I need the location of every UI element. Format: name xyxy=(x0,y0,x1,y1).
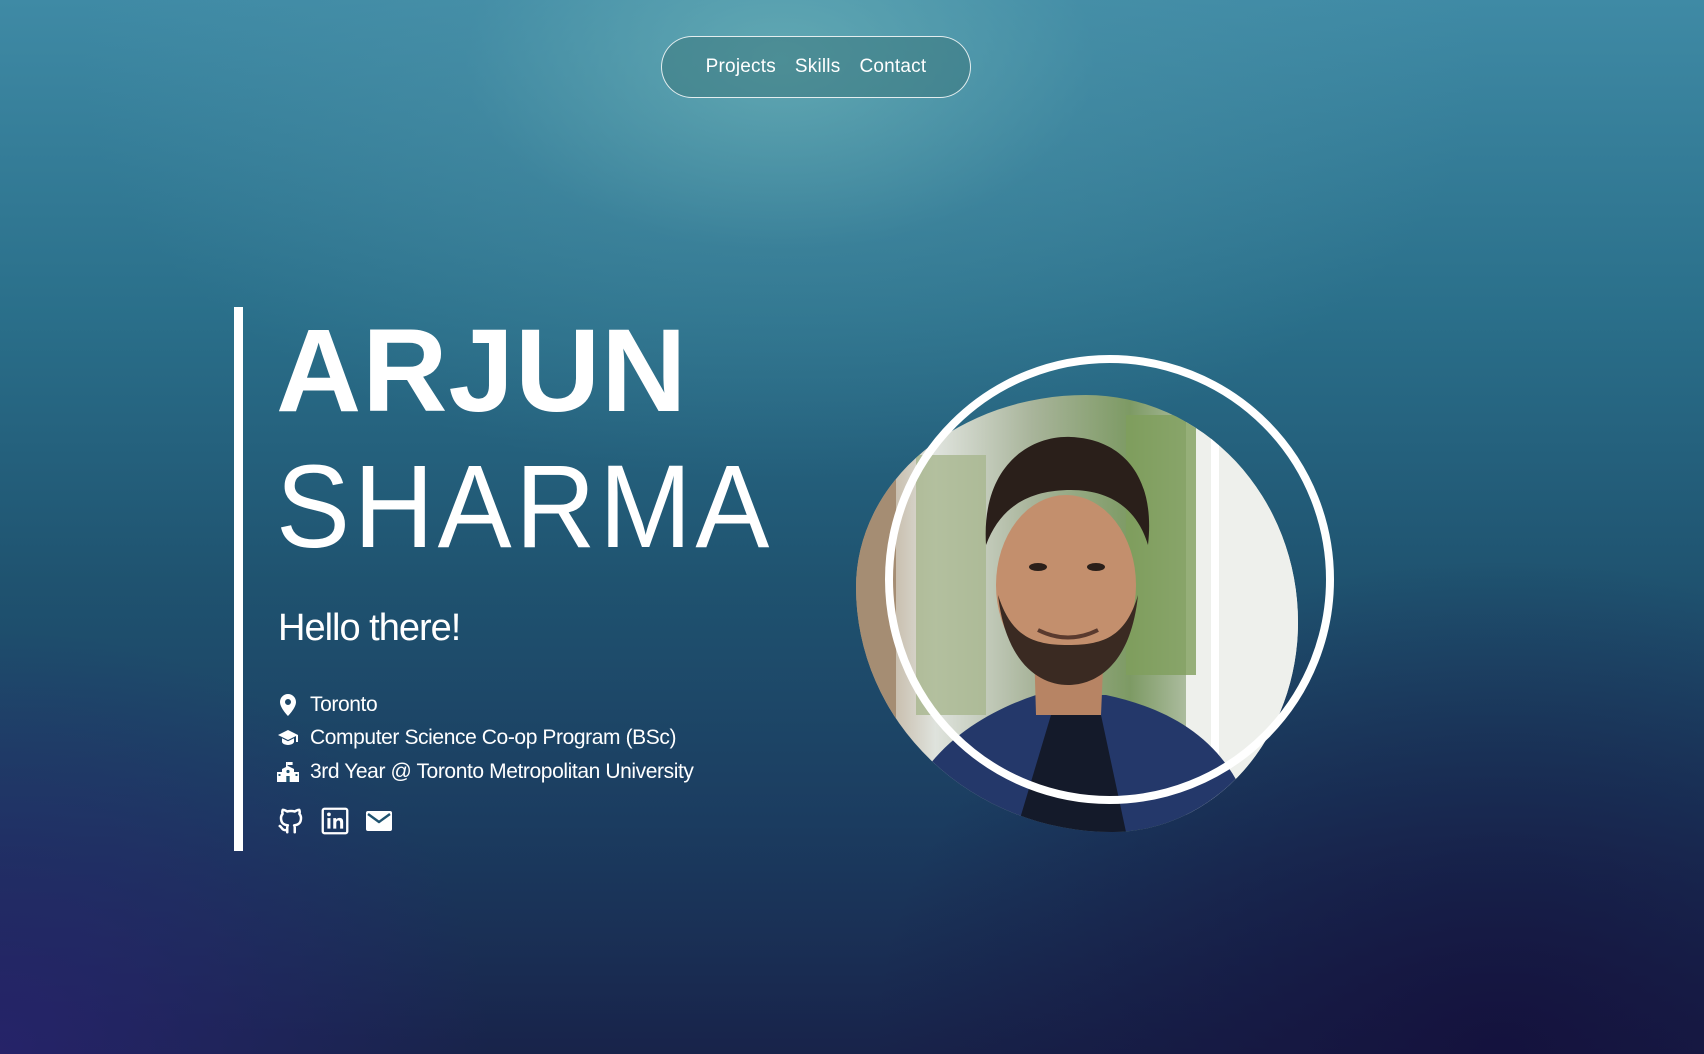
github-icon[interactable] xyxy=(276,806,306,836)
info-text-location: Toronto xyxy=(310,692,378,716)
first-name: ARJUN xyxy=(276,305,688,437)
graduation-cap-icon xyxy=(276,726,300,750)
info-item-location: Toronto xyxy=(276,688,694,722)
portrait xyxy=(852,355,1334,835)
info-list: Toronto Computer Science Co-op Program (… xyxy=(276,688,694,789)
linkedin-icon[interactable] xyxy=(320,806,350,836)
last-name: SHARMA xyxy=(276,441,774,573)
nav-link-skills[interactable]: Skills xyxy=(795,56,841,78)
info-item-university: 3rd Year @ Toronto Metropolitan Universi… xyxy=(276,755,694,789)
nav-link-contact[interactable]: Contact xyxy=(859,56,926,78)
greeting: Hello there! xyxy=(278,607,461,649)
social-links xyxy=(276,806,394,836)
school-building-icon xyxy=(276,760,300,784)
location-pin-icon xyxy=(276,693,300,717)
info-text-program: Computer Science Co-op Program (BSc) xyxy=(310,726,677,750)
info-text-university: 3rd Year @ Toronto Metropolitan Universi… xyxy=(310,759,694,783)
top-nav: Projects Skills Contact xyxy=(661,36,971,98)
nav-link-projects[interactable]: Projects xyxy=(706,56,776,78)
portrait-ring xyxy=(885,355,1334,804)
info-item-program: Computer Science Co-op Program (BSc) xyxy=(276,722,694,756)
email-icon[interactable] xyxy=(364,806,394,836)
accent-bar xyxy=(234,307,243,851)
